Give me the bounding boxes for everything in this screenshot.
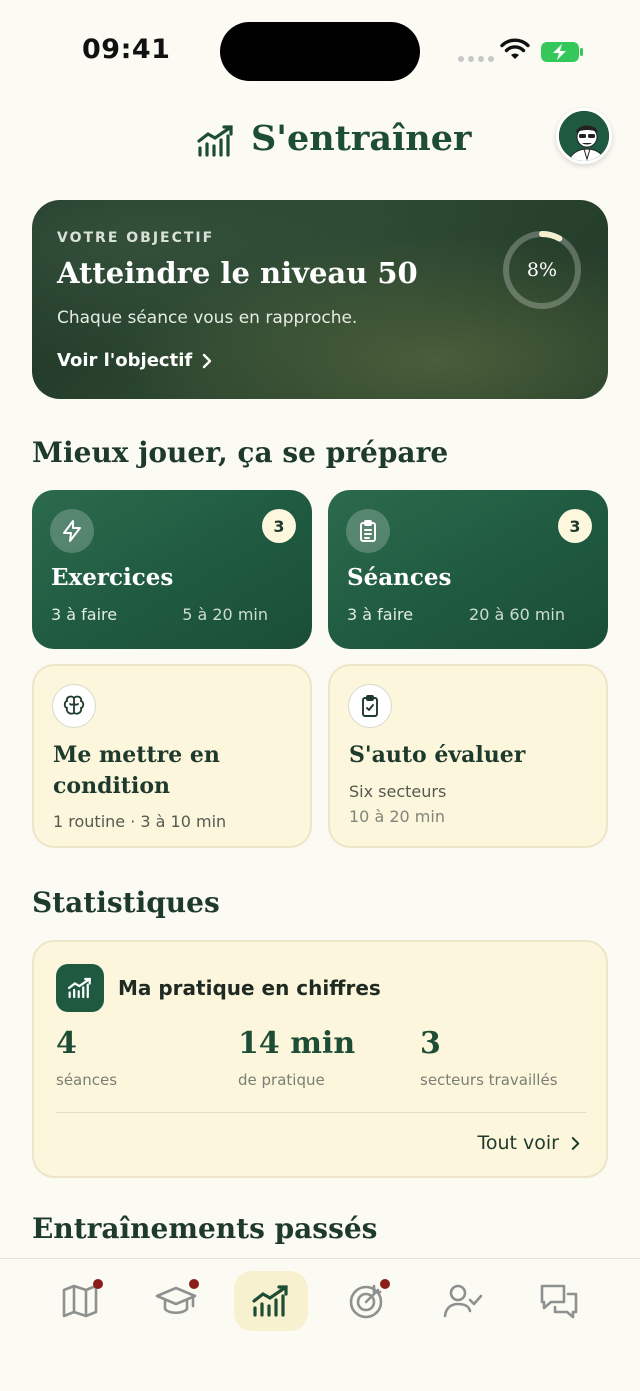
status-bar: 09:41 [0, 0, 640, 100]
goal-kicker: VOTRE OBJECTIF [57, 230, 215, 246]
card-todo: 3 à faire [51, 605, 118, 624]
nav-profile[interactable] [426, 1271, 500, 1331]
stats-card: Ma pratique en chiffres 4 séances 14 min… [32, 940, 608, 1178]
stat-value: 3 [420, 1026, 441, 1061]
section-title-past: Entraînements passés [32, 1212, 378, 1245]
card-title: Séances [347, 564, 452, 591]
card-todo: 3 à faire [347, 605, 414, 624]
stat-practice-time: 14 min de pratique [238, 1026, 355, 1089]
stat-sectors: 3 secteurs travaillés [420, 1026, 558, 1089]
page-header: S'entraîner [0, 108, 640, 172]
goal-subtitle: Chaque séance vous en rapproche. [57, 308, 358, 328]
stat-label: séances [56, 1071, 118, 1089]
page-title: S'entraîner [251, 118, 472, 159]
nav-map[interactable] [43, 1271, 117, 1331]
user-check-icon [443, 1284, 483, 1318]
chart-icon [252, 1285, 288, 1317]
avatar-illustration [559, 111, 609, 161]
see-all-label: Tout voir [477, 1132, 560, 1154]
stat-sessions: 4 séances [56, 1026, 117, 1089]
self-evaluation-card[interactable]: S'auto évaluer Six secteurs 10 à 20 min [328, 664, 608, 848]
divider [56, 1112, 586, 1113]
chart-icon [56, 964, 104, 1012]
notification-dot [380, 1279, 390, 1289]
map-icon [62, 1284, 98, 1318]
chat-icon [540, 1284, 578, 1319]
clipboard-check-icon [348, 684, 392, 728]
nav-play[interactable] [330, 1271, 404, 1331]
card-duration: 20 à 60 min [469, 605, 565, 624]
see-goal-link[interactable]: Voir l'objectif [57, 350, 212, 371]
dynamic-island [220, 22, 420, 81]
notification-dot [189, 1279, 199, 1289]
see-all-link[interactable]: Tout voir [478, 1132, 581, 1154]
card-title: Me mettre en condition [53, 742, 220, 799]
card-title: Exercices [51, 564, 174, 591]
nav-train[interactable] [234, 1271, 308, 1331]
status-time: 09:41 [82, 34, 171, 65]
count-badge: 3 [262, 509, 296, 543]
sessions-card[interactable]: 3 Séances 3 à faire 20 à 60 min [328, 490, 608, 649]
card-duration: 5 à 20 min [182, 605, 268, 624]
goal-card[interactable]: VOTRE OBJECTIF Atteindre le niveau 50 Ch… [32, 200, 608, 399]
card-duration: 10 à 20 min [349, 807, 445, 826]
notification-dot [93, 1279, 103, 1289]
goal-title: Atteindre le niveau 50 [57, 256, 418, 290]
clipboard-list-icon [346, 509, 390, 553]
chevron-right-icon [203, 353, 212, 368]
stat-label: secteurs travaillés [420, 1071, 558, 1089]
nav-learn[interactable] [139, 1271, 213, 1331]
card-title: S'auto évaluer [349, 742, 526, 768]
card-details: 1 routine · 3 à 10 min [53, 812, 227, 831]
card-details: Six secteurs [349, 782, 447, 801]
warmup-card[interactable]: Me mettre en condition 1 routine · 3 à 1… [32, 664, 312, 848]
stat-value: 4 [56, 1026, 77, 1061]
nav-chat[interactable] [522, 1271, 596, 1331]
see-goal-label: Voir l'objectif [57, 350, 193, 371]
battery-charging-icon [541, 42, 583, 62]
section-title-prepare: Mieux jouer, ça se prépare [32, 436, 449, 469]
count-badge: 3 [558, 509, 592, 543]
bottom-nav [0, 1258, 640, 1391]
exercises-card[interactable]: 3 Exercices 3 à faire 5 à 20 min [32, 490, 312, 649]
stat-label: de pratique [238, 1071, 325, 1089]
cellular-signal-icon [458, 56, 494, 62]
lightning-icon [50, 509, 94, 553]
brain-icon [52, 684, 96, 728]
chart-icon [197, 125, 233, 157]
stats-card-title: Ma pratique en chiffres [118, 976, 381, 1000]
chevron-right-icon [571, 1136, 580, 1150]
stat-value: 14 min [238, 1026, 356, 1061]
target-icon [349, 1284, 383, 1319]
progress-percent: 8% [526, 259, 558, 281]
graduation-cap-icon [155, 1286, 197, 1315]
wifi-icon [500, 38, 530, 59]
avatar[interactable] [556, 108, 612, 164]
section-title-stats: Statistiques [32, 886, 220, 919]
